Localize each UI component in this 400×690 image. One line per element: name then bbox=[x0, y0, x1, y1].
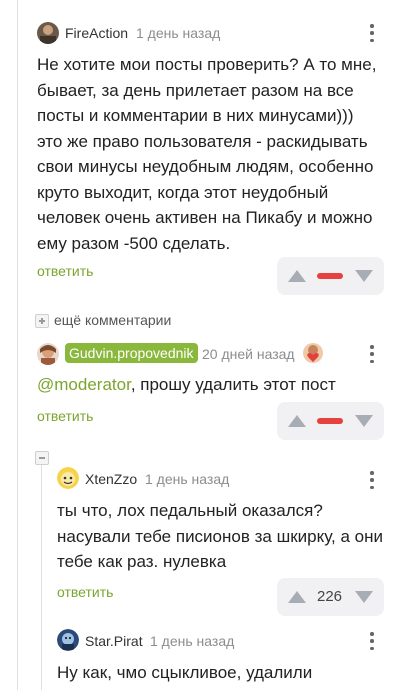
more-options-icon[interactable] bbox=[364, 631, 380, 651]
author-name[interactable]: FireAction bbox=[65, 25, 128, 41]
avatar[interactable] bbox=[57, 467, 79, 489]
downvote-icon[interactable] bbox=[355, 415, 373, 427]
author-name[interactable]: XtenZzo bbox=[85, 471, 137, 487]
upvote-icon[interactable] bbox=[288, 415, 306, 427]
rating-minus-icon bbox=[317, 418, 343, 424]
avatar[interactable] bbox=[37, 22, 59, 44]
thread-line bbox=[17, 0, 18, 690]
vote-panel bbox=[277, 402, 384, 440]
reply-link[interactable]: ответить bbox=[37, 408, 93, 424]
downvote-icon[interactable] bbox=[355, 591, 373, 603]
timestamp[interactable]: 20 дней назад bbox=[202, 346, 295, 362]
collapse-thread-icon[interactable] bbox=[35, 451, 49, 465]
reply-link[interactable]: ответить bbox=[57, 584, 113, 600]
comment-text: Ну как, чмо сцыкливое, удалили bbox=[57, 663, 313, 682]
vote-panel: 226 bbox=[277, 578, 384, 616]
upvote-icon[interactable] bbox=[288, 270, 306, 282]
avatar[interactable] bbox=[37, 343, 59, 365]
mention-link[interactable]: @moderator bbox=[37, 375, 131, 394]
timestamp[interactable]: 1 день назад bbox=[136, 25, 220, 41]
comment-text: @moderator, прошу удалить этот пост bbox=[37, 375, 336, 394]
upvote-icon[interactable] bbox=[288, 591, 306, 603]
more-options-icon[interactable] bbox=[364, 470, 380, 490]
thread-line bbox=[41, 458, 42, 690]
award-icon[interactable] bbox=[302, 342, 324, 364]
more-options-icon[interactable] bbox=[364, 23, 380, 43]
more-options-icon[interactable] bbox=[364, 344, 380, 364]
expand-icon[interactable] bbox=[35, 314, 49, 328]
rating-minus-icon bbox=[317, 273, 343, 279]
avatar[interactable] bbox=[57, 629, 79, 651]
more-comments-label[interactable]: ещё комментарии bbox=[54, 312, 171, 328]
author-name-badge[interactable]: Gudvin.propovednik bbox=[65, 343, 198, 363]
timestamp[interactable]: 1 день назад bbox=[145, 471, 229, 487]
reply-link[interactable]: ответить bbox=[37, 263, 93, 279]
rating-score: 226 bbox=[317, 588, 343, 605]
author-name[interactable]: Star.Pirat bbox=[85, 633, 143, 649]
downvote-icon[interactable] bbox=[355, 270, 373, 282]
comment-text: Не хотите мои посты проверить? А то мне,… bbox=[37, 55, 377, 253]
timestamp[interactable]: 1 день назад bbox=[150, 633, 234, 649]
vote-panel bbox=[277, 257, 384, 295]
comment-text: ты что, лох педальный оказался? насували… bbox=[57, 501, 383, 571]
